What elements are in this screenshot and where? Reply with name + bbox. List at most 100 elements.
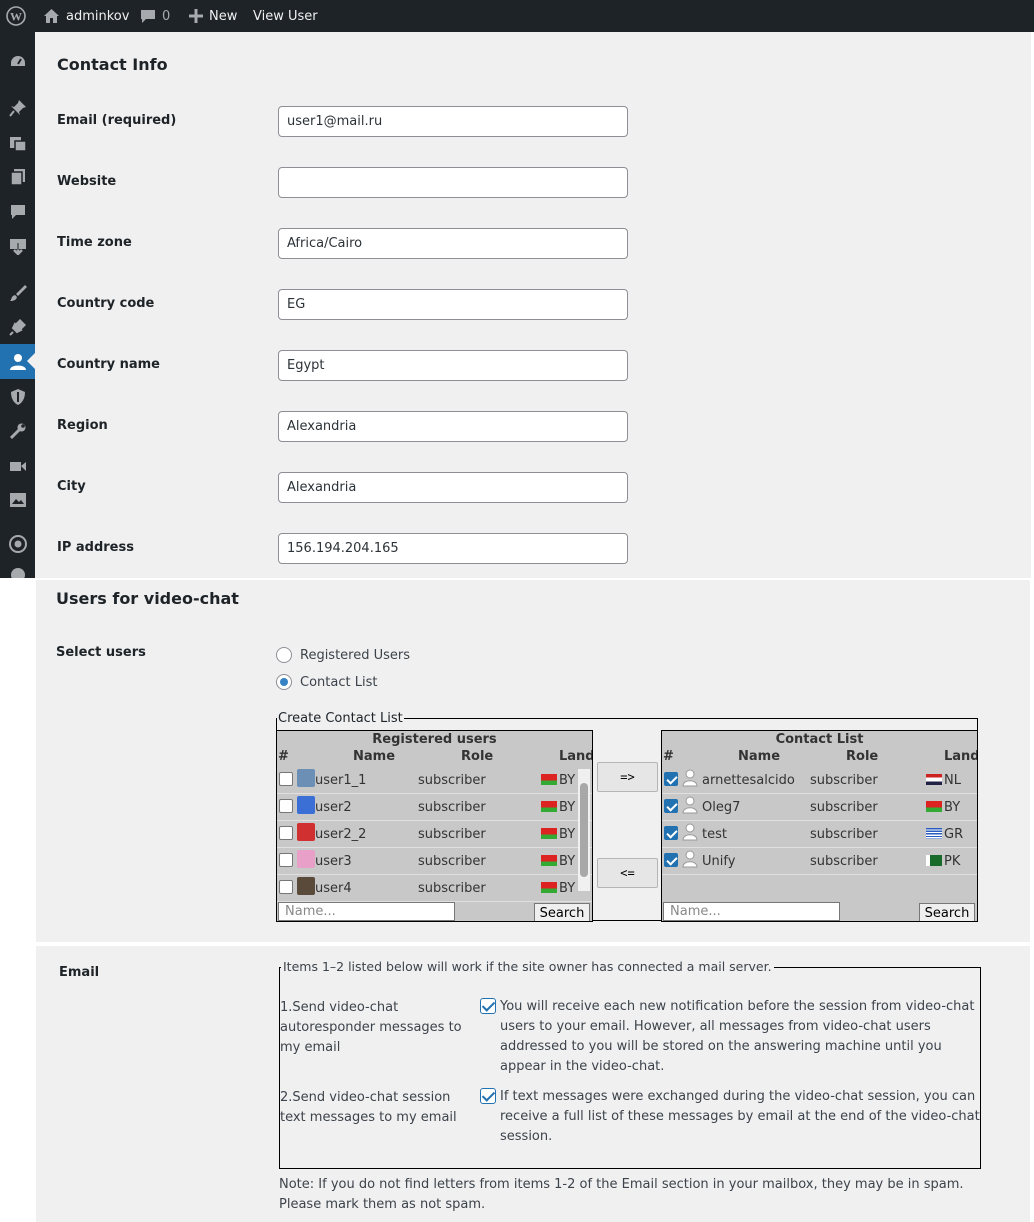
field-input[interactable]: Egypt (278, 350, 628, 381)
avatar (297, 769, 315, 787)
media-icon (9, 136, 27, 152)
table-row[interactable]: Oleg7 subscriber BY (662, 794, 977, 821)
row-checkbox[interactable] (279, 880, 293, 894)
table-row[interactable]: test subscriber GR (662, 821, 977, 848)
users-icon (9, 353, 26, 370)
col-name: Name (738, 749, 781, 764)
menu-video[interactable] (0, 448, 35, 483)
row-checkbox[interactable] (664, 772, 678, 786)
partial-menu-icon (10, 568, 25, 578)
menu-plugins[interactable] (0, 309, 35, 344)
menu-posts[interactable] (0, 90, 35, 125)
avatar (297, 823, 315, 841)
row-checkbox[interactable] (279, 853, 293, 867)
admin-sidebar (0, 32, 35, 578)
comments-link[interactable]: 0 (140, 0, 170, 32)
radio-contact-list[interactable]: Contact List (276, 674, 377, 690)
spam-note: Note: If you do not find letters from it… (279, 1177, 964, 1212)
row-checkbox[interactable] (664, 853, 678, 867)
add-to-contacts-button[interactable]: => (597, 762, 658, 792)
menu-security[interactable] (0, 379, 35, 414)
field-label: Email (required) (57, 113, 177, 128)
row-checkbox[interactable] (279, 772, 293, 786)
menu-gallery[interactable] (0, 482, 35, 517)
row-land: BY (559, 773, 576, 788)
contact-info-title: Contact Info (57, 55, 168, 74)
field-input[interactable]: 156.194.204.165 (278, 533, 628, 564)
view-user-link[interactable]: View User (253, 0, 318, 32)
menu-comments[interactable] (0, 194, 35, 229)
row-checkbox[interactable] (664, 826, 678, 840)
radio-circle[interactable] (276, 647, 292, 663)
comment-icon (141, 10, 155, 23)
table-row[interactable]: Unify subscriber PK (662, 848, 977, 875)
flag-icon (926, 801, 942, 812)
field-input[interactable]: user1@mail.ru (278, 106, 628, 137)
menu-visibility[interactable] (0, 526, 35, 561)
menu-media[interactable] (0, 125, 35, 160)
menu-users[interactable] (0, 344, 35, 379)
menu-downloads[interactable] (0, 228, 35, 263)
new-content-link[interactable]: New (189, 0, 237, 32)
row-checkbox[interactable] (279, 799, 293, 813)
panel-title: Registered users (372, 732, 497, 747)
menu-pages[interactable] (0, 159, 35, 194)
contacts-search-button[interactable]: Search (919, 903, 975, 921)
plus-icon (189, 9, 203, 23)
email-section: Email Items 1–2 listed below will work i… (36, 946, 1030, 1222)
row-checkbox[interactable] (664, 799, 678, 813)
menu-more[interactable] (0, 562, 35, 578)
table-row[interactable]: user2 subscriber BY (277, 794, 592, 821)
site-name-link[interactable]: adminkov (43, 0, 129, 32)
field-input[interactable]: Africa/Cairo (278, 228, 628, 259)
table-row[interactable]: user2_2 subscriber BY (277, 821, 592, 848)
wordpress-logo-button[interactable]: W (6, 0, 26, 32)
registered-search-input[interactable]: Name... (278, 902, 455, 921)
pages-icon (9, 168, 25, 186)
home-icon (44, 9, 59, 23)
row-role: subscriber (810, 800, 878, 815)
row-land: BY (559, 827, 576, 842)
radio-registered-users[interactable]: Registered Users (276, 647, 410, 663)
email-item-2-checkbox[interactable] (480, 1088, 496, 1104)
field-label: Time zone (57, 235, 132, 250)
row-role: subscriber (418, 800, 486, 815)
table-row[interactable]: arnettesalcido subscriber NL (662, 767, 977, 794)
field-label: Region (57, 418, 108, 433)
menu-dashboard[interactable] (0, 44, 35, 79)
email-item-1-description: You will receive each new notification b… (500, 999, 975, 1074)
col-number: # (663, 749, 674, 764)
avatar (682, 823, 700, 841)
site-name: adminkov (66, 8, 130, 24)
flag-icon (541, 801, 557, 812)
row-checkbox[interactable] (279, 826, 293, 840)
email-item-1-checkbox[interactable] (480, 998, 496, 1014)
avatar (682, 850, 700, 868)
registered-search-button[interactable]: Search (534, 903, 590, 921)
scrollbar[interactable] (578, 769, 590, 891)
menu-tools[interactable] (0, 413, 35, 448)
remove-from-contacts-button[interactable]: <= (597, 858, 658, 888)
row-name: user1_1 (315, 773, 367, 788)
radio-circle-selected[interactable] (276, 674, 292, 690)
row-name: Oleg7 (702, 800, 741, 815)
panel-title: Contact List (775, 732, 864, 747)
menu-appearance[interactable] (0, 275, 35, 310)
admin-bar: W adminkov 0 New View User (0, 0, 1034, 32)
row-role: subscriber (418, 854, 486, 869)
field-input[interactable]: Alexandria (278, 472, 628, 503)
table-row[interactable]: user4 subscriber BY (277, 875, 592, 902)
row-name: Unify (702, 854, 736, 869)
table-row[interactable]: user1_1 subscriber BY (277, 767, 592, 794)
row-role: subscriber (418, 827, 486, 842)
contacts-search-input[interactable]: Name... (663, 902, 840, 921)
scrollbar-thumb[interactable] (580, 783, 588, 877)
avatar (297, 877, 315, 895)
table-row[interactable]: user3 subscriber BY (277, 848, 592, 875)
field-input[interactable]: Alexandria (278, 411, 628, 442)
field-label: IP address (57, 540, 134, 555)
shield-icon (10, 388, 25, 405)
wordpress-icon: W (6, 6, 26, 26)
field-input[interactable] (278, 167, 628, 198)
field-input[interactable]: EG (278, 289, 628, 320)
